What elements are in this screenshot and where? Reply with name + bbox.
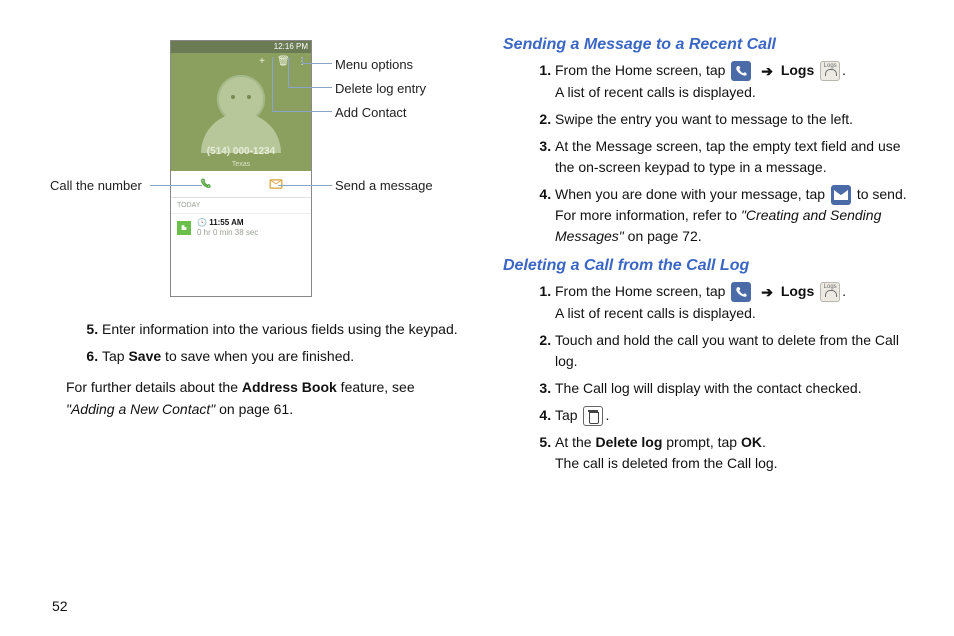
del-step-5: At the Delete log prompt, tap OK. The ca…: [555, 432, 920, 474]
add-contact-icon: +: [257, 57, 267, 67]
text: Tap: [102, 348, 128, 364]
text: .: [762, 434, 766, 450]
send-step-3: At the Message screen, tap the empty tex…: [555, 136, 920, 178]
text: At the: [555, 434, 595, 450]
leader-line: [288, 57, 289, 87]
phone-mock: 12:16 PM + 🗑 ⋮ (514) 000-1234 Texas: [170, 40, 312, 297]
text: When you are done with your message, tap: [555, 186, 829, 202]
text: .: [842, 283, 846, 299]
today-label: TODAY: [171, 198, 311, 214]
del-step-4: Tap .: [555, 405, 920, 426]
send-step-2: Swipe the entry you want to message to t…: [555, 109, 920, 130]
text: A list of recent calls is displayed.: [555, 305, 756, 321]
delete-steps: From the Home screen, tap ➔ Logs . A lis…: [503, 281, 920, 474]
text: on page 61.: [215, 401, 293, 417]
label-menu-options: Menu options: [335, 57, 413, 72]
log-time: 11:55 AM: [209, 218, 243, 227]
heading-sending-message: Sending a Message to a Recent Call: [503, 36, 920, 54]
heading-deleting-call: Deleting a Call from the Call Log: [503, 257, 920, 275]
phone-figure: 12:16 PM + 🗑 ⋮ (514) 000-1234 Texas: [50, 30, 467, 305]
save-label: Save: [128, 348, 161, 364]
leader-line: [302, 57, 303, 63]
text: feature, see: [337, 379, 415, 395]
text: .: [605, 407, 609, 423]
text: to save when you are finished.: [161, 348, 354, 364]
text: A list of recent calls is displayed.: [555, 84, 756, 100]
text: From the Home screen, tap: [555, 62, 729, 78]
ok-label: OK: [741, 434, 762, 450]
send-step-4: When you are done with your message, tap…: [555, 184, 920, 247]
label-add-contact: Add Contact: [335, 105, 407, 120]
label-call-number: Call the number: [50, 178, 142, 193]
logs-icon: [820, 61, 840, 81]
text: From the Home screen, tap: [555, 283, 729, 299]
trash-icon: [583, 406, 603, 426]
outgoing-call-icon: [177, 221, 191, 235]
contact-number: (514) 000-1234: [171, 146, 311, 157]
text: For further details about the: [66, 379, 242, 395]
contact-location: Texas: [171, 161, 311, 168]
log-row: 🕓 11:55 AM 0 hr 0 min 38 sec: [171, 214, 311, 241]
text: The call is deleted from the Call log.: [555, 455, 778, 471]
delete-log-label: Delete log: [595, 434, 662, 450]
text: to send.: [853, 186, 907, 202]
text: on page 72.: [624, 228, 702, 244]
text: For more information, refer to: [555, 207, 741, 223]
ref-link: "Adding a New Contact": [66, 401, 215, 417]
logs-label: Logs: [781, 62, 814, 78]
address-book-label: Address Book: [242, 379, 337, 395]
del-step-2: Touch and hold the call you want to dele…: [555, 330, 920, 372]
contact-header: + 🗑 ⋮ (514) 000-1234 Texas: [171, 53, 311, 171]
message-button: [241, 171, 311, 197]
leader-line: [150, 185, 202, 186]
step-6: Tap Save to save when you are finished.: [102, 346, 467, 367]
logs-icon: [820, 282, 840, 302]
leader-line: [272, 111, 332, 112]
text: .: [842, 62, 846, 78]
log-clock-icon: 🕓: [197, 218, 209, 227]
phone-app-icon: [731, 282, 751, 302]
label-delete-log: Delete log entry: [335, 81, 426, 96]
label-send-message: Send a message: [335, 178, 433, 193]
trash-icon: 🗑: [277, 57, 287, 67]
send-step-1: From the Home screen, tap ➔ Logs . A lis…: [555, 60, 920, 103]
call-button: [171, 171, 241, 197]
text: Tap: [555, 407, 581, 423]
details-paragraph: For further details about the Address Bo…: [50, 377, 467, 420]
send-steps: From the Home screen, tap ➔ Logs . A lis…: [503, 60, 920, 247]
left-steps: Enter information into the various field…: [50, 319, 467, 367]
del-step-1: From the Home screen, tap ➔ Logs . A lis…: [555, 281, 920, 324]
logs-label: Logs: [781, 283, 814, 299]
text: prompt, tap: [662, 434, 741, 450]
del-step-3: The Call log will display with the conta…: [555, 378, 920, 399]
leader-line: [302, 63, 332, 64]
log-duration: 0 hr 0 min 38 sec: [197, 228, 258, 237]
status-bar: 12:16 PM: [171, 41, 311, 53]
phone-app-icon: [731, 61, 751, 81]
arrow-icon: ➔: [761, 282, 773, 303]
step-5: Enter information into the various field…: [102, 319, 467, 340]
page-number: 52: [52, 598, 68, 614]
leader-line: [288, 87, 332, 88]
leader-line: [278, 185, 332, 186]
send-icon: [831, 185, 851, 205]
leader-line: [272, 57, 273, 111]
arrow-icon: ➔: [761, 61, 773, 82]
